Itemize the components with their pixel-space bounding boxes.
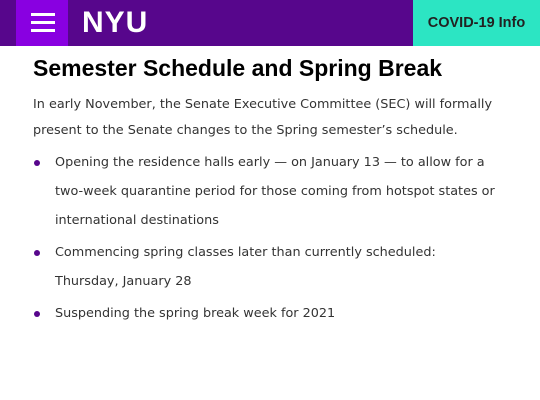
- list-item-text: Suspending the spring break week for 202…: [55, 306, 336, 321]
- nyu-logo-link[interactable]: NYU: [82, 5, 148, 41]
- covid-info-button[interactable]: COVID-19 Info: [413, 0, 540, 46]
- menu-button[interactable]: [16, 0, 68, 46]
- list-item-text: Commencing spring classes later than cur…: [55, 245, 436, 289]
- page-title: Semester Schedule and Spring Break: [33, 55, 443, 81]
- site-header: NYU COVID-19 Info: [0, 0, 540, 46]
- list-item: Commencing spring classes later than cur…: [33, 238, 503, 296]
- bullet-dot-icon: [34, 311, 40, 317]
- article-content: Semester Schedule and Spring Break In ea…: [33, 54, 503, 331]
- bullet-dot-icon: [34, 250, 40, 256]
- list-item: Opening the residence halls early — on J…: [33, 148, 503, 235]
- intro-paragraph: In early November, the Senate Executive …: [33, 97, 493, 138]
- list-item: Suspending the spring break week for 202…: [33, 299, 503, 328]
- bullet-dot-icon: [34, 160, 40, 166]
- list-item-text: Opening the residence halls early — on J…: [55, 155, 495, 228]
- schedule-change-list: Opening the residence halls early — on J…: [33, 148, 503, 328]
